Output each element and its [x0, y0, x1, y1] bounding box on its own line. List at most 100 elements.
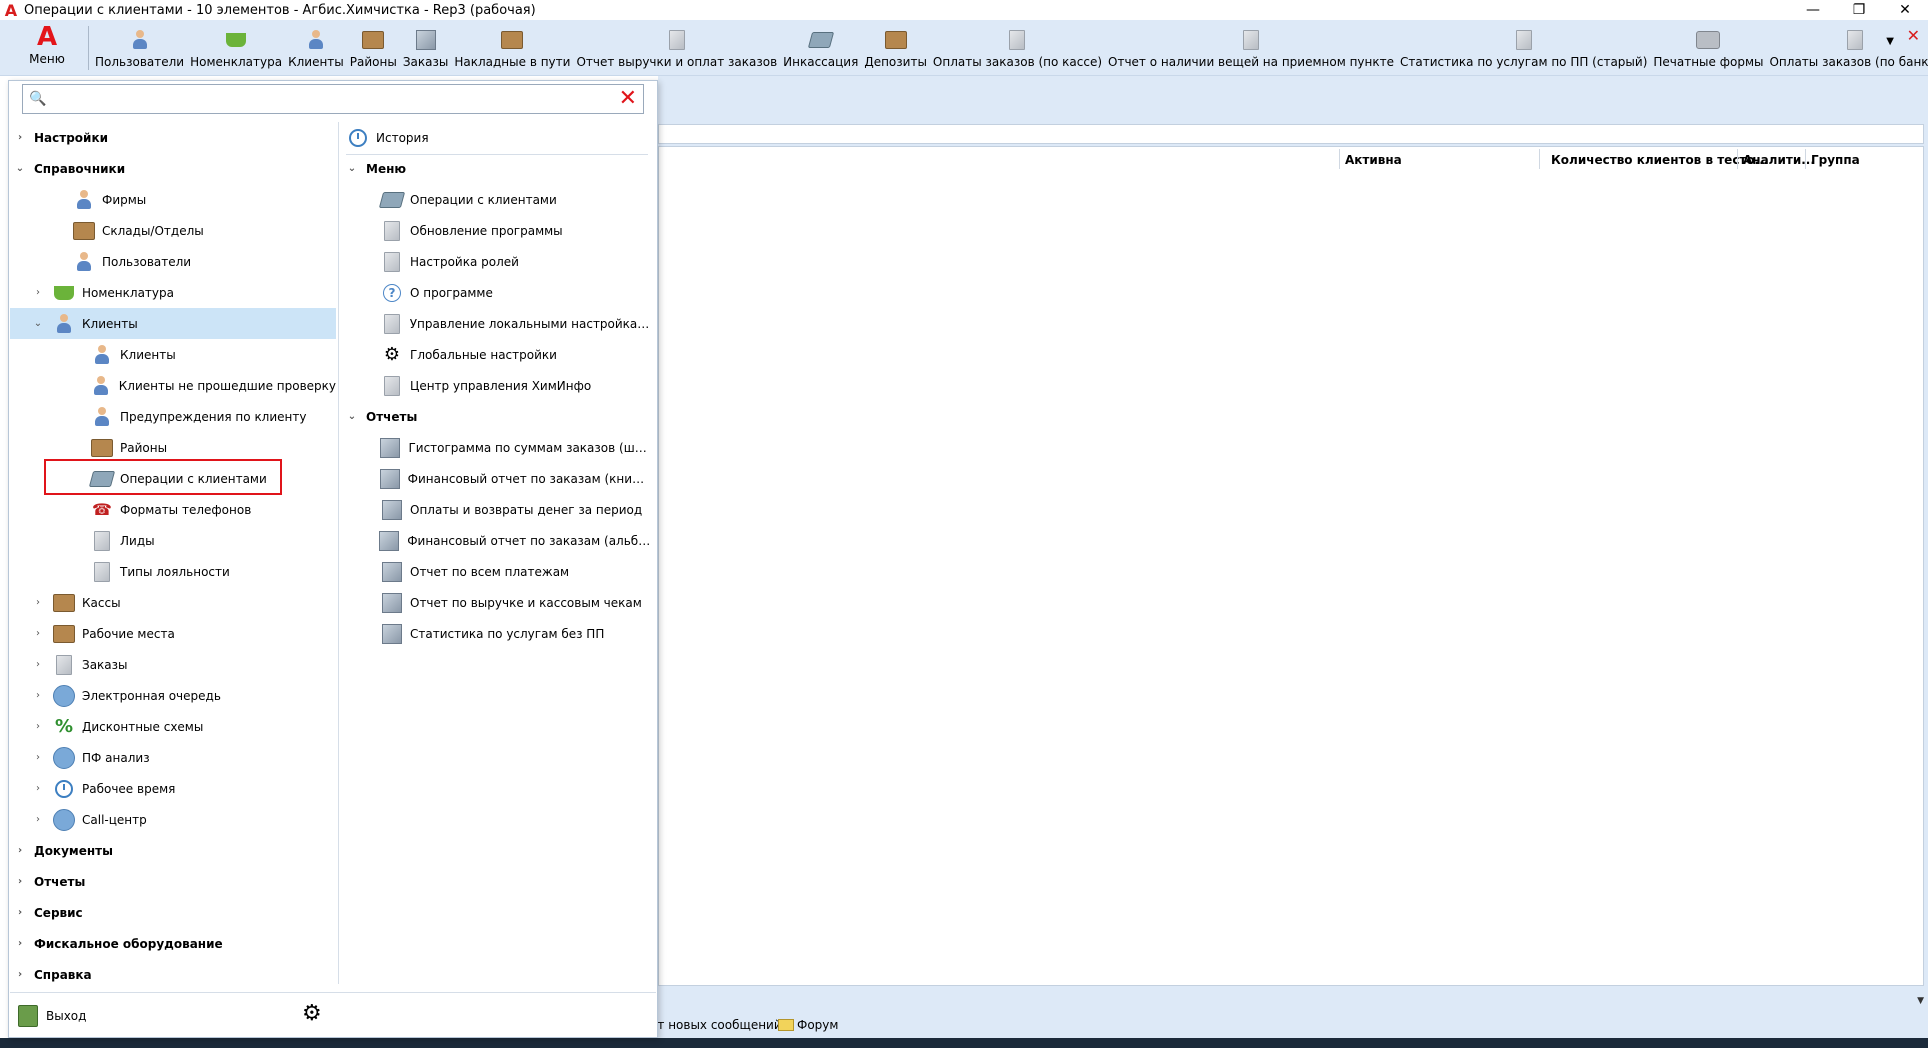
settings-gear-icon[interactable]: ⚙	[302, 1001, 322, 1026]
chevron-down-icon[interactable]: ⌄	[14, 163, 26, 174]
chevron-right-icon[interactable]: ›	[32, 690, 44, 701]
chevron-right-icon[interactable]: ›	[32, 287, 44, 298]
chevron-down-icon[interactable]: ⌄	[346, 411, 358, 422]
scroll-down-icon[interactable]: ▼	[1917, 996, 1924, 1006]
data-grid[interactable]: Активна Количество клиентов в тесто... А…	[658, 146, 1924, 986]
chevron-down-icon[interactable]: ⌄	[32, 318, 44, 329]
menu-section-header[interactable]: ⌄ Меню	[346, 153, 652, 184]
history-item[interactable]: История	[346, 122, 652, 153]
menu-list-item[interactable]: Центр управления ХимИнфо	[346, 370, 652, 401]
tree-item[interactable]: Клиенты не прошедшие проверку	[10, 370, 336, 401]
toolbar-item[interactable]: Депозиты	[861, 28, 930, 76]
column-header-group[interactable]: Группа	[1811, 153, 1860, 167]
tree-item[interactable]: Склады/Отделы	[10, 215, 336, 246]
toolbar-item[interactable]: Инкассация	[780, 28, 861, 76]
tree-item[interactable]: › Отчеты	[10, 866, 336, 897]
toolbar-item[interactable]: Клиенты	[285, 28, 347, 76]
tree-item[interactable]: ⌄ Клиенты	[10, 308, 336, 339]
report-list-item[interactable]: Гистограмма по суммам заказов (шаг ...	[346, 432, 652, 463]
toolbar-item[interactable]: Номенклатура	[187, 28, 285, 76]
forum-link[interactable]: Форум	[778, 1018, 838, 1032]
toolbar-overflow-icon[interactable]: ▼	[1886, 36, 1894, 47]
toolbar-item[interactable]: Отчет о наличии вещей на приемном пункте	[1105, 28, 1397, 76]
toolbar-item[interactable]: Печатные формы	[1650, 28, 1766, 76]
menu-list-item[interactable]: Обновление программы	[346, 215, 652, 246]
chevron-right-icon[interactable]: ›	[14, 907, 26, 918]
tree-item[interactable]: Типы лояльности	[10, 556, 336, 587]
chevron-right-icon[interactable]: ›	[14, 938, 26, 949]
chevron-right-icon[interactable]: ›	[14, 876, 26, 887]
report-list-item[interactable]: Оплаты и возвраты денег за период	[346, 494, 652, 525]
tree-item[interactable]: › Сервис	[10, 897, 336, 928]
chevron-right-icon[interactable]: ›	[14, 845, 26, 856]
maximize-button[interactable]: ❐	[1836, 0, 1882, 20]
toolbar-item[interactable]: Отчет выручки и оплат заказов	[573, 28, 780, 76]
tree-item[interactable]: › Фискальное оборудование	[10, 928, 336, 959]
menu-list-item[interactable]: Управление локальными настройками	[346, 308, 652, 339]
report-list-item[interactable]: Финансовый отчет по заказам (книжная)	[346, 463, 652, 494]
tree-item[interactable]: › Рабочее время	[10, 773, 336, 804]
toolbar-item[interactable]: Статистика по услугам по ПП (старый)	[1397, 28, 1650, 76]
list-item-icon-box	[380, 312, 404, 336]
report-list-item[interactable]: Отчет по всем платежам	[346, 556, 652, 587]
tree-item[interactable]: Клиенты	[10, 339, 336, 370]
toolbar-item[interactable]: Заказы	[400, 28, 452, 76]
workplace-icon	[53, 624, 75, 643]
tree-item[interactable]: ☎ Форматы телефонов	[10, 494, 336, 525]
toolbar-item[interactable]: Накладные в пути	[451, 28, 573, 76]
menu-search-input[interactable]	[49, 88, 613, 112]
chevron-right-icon[interactable]: ›	[14, 132, 26, 143]
chevron-right-icon[interactable]: ›	[32, 752, 44, 763]
main-menu-button[interactable]: A Меню	[14, 22, 80, 76]
tree-item[interactable]: › ПФ анализ	[10, 742, 336, 773]
filter-row[interactable]	[658, 124, 1924, 144]
toolbar-item[interactable]: Оплаты заказов (по кассе)	[930, 28, 1105, 76]
report-list-item[interactable]: Отчет по выручке и кассовым чекам	[346, 587, 652, 618]
close-window-button[interactable]: ✕	[1882, 0, 1928, 20]
tree-item[interactable]: › Документы	[10, 835, 336, 866]
column-header-active[interactable]: Активна	[1345, 153, 1402, 167]
chevron-right-icon[interactable]: ›	[32, 628, 44, 639]
chevron-right-icon[interactable]: ›	[32, 597, 44, 608]
toolbar-item-label: Районы	[349, 55, 397, 69]
menu-list-item[interactable]: Операции с клиентами	[346, 184, 652, 215]
tree-item[interactable]: › Call-центр	[10, 804, 336, 835]
tree-item[interactable]: ›% Дисконтные схемы	[10, 711, 336, 742]
minimize-button[interactable]: —	[1790, 0, 1836, 20]
menu-list-item[interactable]: Настройка ролей	[346, 246, 652, 277]
report-list-item[interactable]: Финансовый отчет по заказам (альбомн...	[346, 525, 652, 556]
reports-section-header[interactable]: ⌄ Отчеты	[346, 401, 652, 432]
document-icon	[1846, 30, 1863, 50]
chevron-right-icon[interactable]: ›	[14, 969, 26, 980]
tree-item[interactable]: › Настройки	[10, 122, 336, 153]
clock-icon	[55, 779, 73, 798]
chevron-right-icon[interactable]: ›	[32, 721, 44, 732]
menu-list-item[interactable]: ⚙ Глобальные настройки	[346, 339, 652, 370]
chevron-right-icon[interactable]: ›	[32, 659, 44, 670]
toolbar-item[interactable]: Районы	[347, 28, 400, 76]
column-header-clients-count[interactable]: Количество клиентов в тесто...	[1551, 153, 1768, 167]
tree-item[interactable]: Пользователи	[10, 246, 336, 277]
chevron-down-icon[interactable]: ⌄	[346, 163, 358, 174]
toolbar-item[interactable]: Оплаты заказов (по банку)	[1766, 28, 1928, 76]
messages-status[interactable]: ет новых сообщений	[650, 1018, 782, 1032]
tree-item[interactable]: › Электронная очередь	[10, 680, 336, 711]
tree-item[interactable]: ⌄ Справочники	[10, 153, 336, 184]
tree-item[interactable]: › Справка	[10, 959, 336, 990]
tree-item[interactable]: › Рабочие места	[10, 618, 336, 649]
chevron-right-icon[interactable]: ›	[32, 814, 44, 825]
tree-item[interactable]: Фирмы	[10, 184, 336, 215]
close-document-icon[interactable]: ✕	[1907, 26, 1920, 45]
exit-button[interactable]: Выход	[18, 1005, 86, 1027]
tree-item[interactable]: Предупреждения по клиенту	[10, 401, 336, 432]
toolbar-item[interactable]: Пользователи	[92, 28, 187, 76]
tree-item[interactable]: › Кассы	[10, 587, 336, 618]
clear-search-icon[interactable]: ✕	[619, 87, 637, 111]
menu-list-item[interactable]: ? О программе	[346, 277, 652, 308]
chevron-right-icon[interactable]: ›	[32, 783, 44, 794]
document-icon	[383, 313, 400, 334]
report-list-item[interactable]: Статистика по услугам без ПП	[346, 618, 652, 649]
tree-item[interactable]: › Номенклатура	[10, 277, 336, 308]
tree-item[interactable]: › Заказы	[10, 649, 336, 680]
tree-item[interactable]: Лиды	[10, 525, 336, 556]
